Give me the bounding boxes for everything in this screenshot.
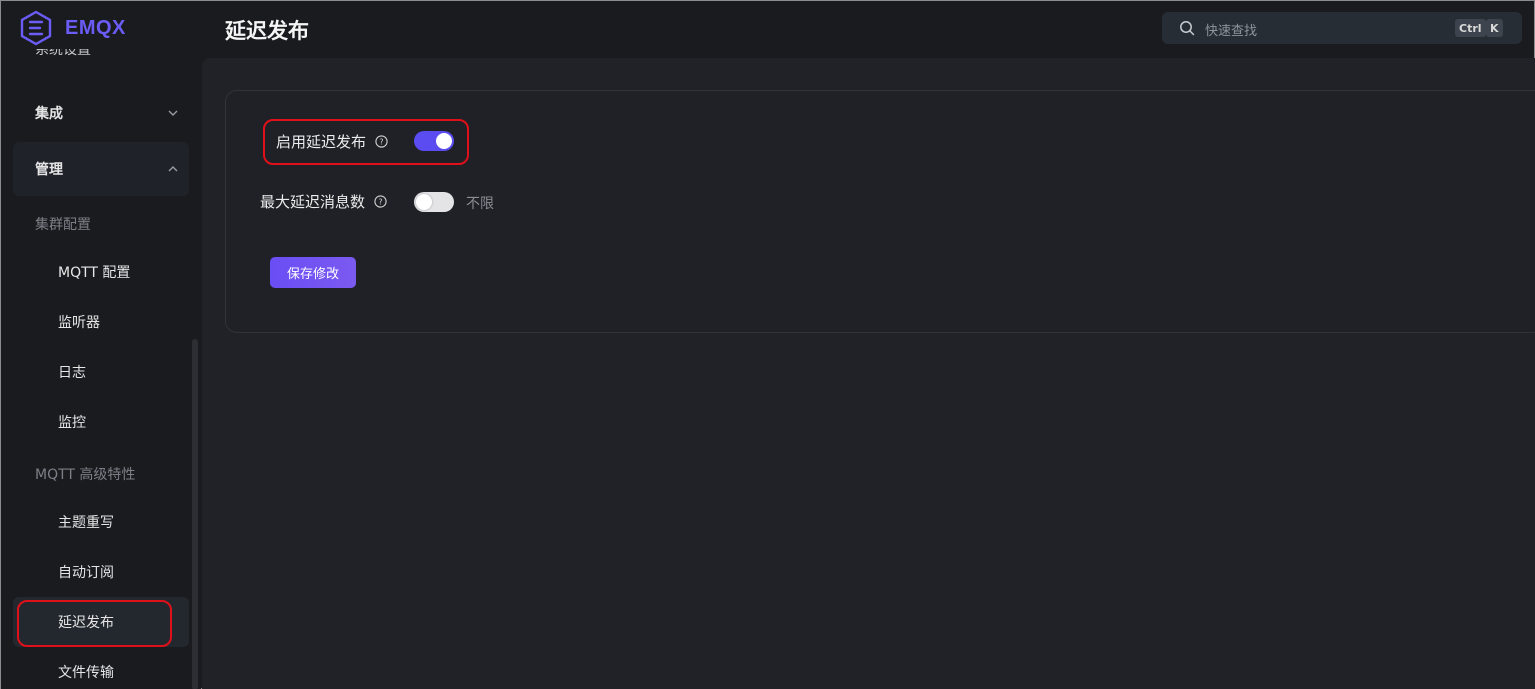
sidebar-group-label: 管理 <box>35 162 63 178</box>
help-icon[interactable]: ? <box>375 135 388 148</box>
search-placeholder: 快速查找 <box>1205 24 1258 39</box>
help-icon[interactable]: ? <box>374 195 387 208</box>
max-delayed-messages-value: 不限 <box>466 196 494 212</box>
search-icon <box>1180 21 1195 36</box>
svg-text:?: ? <box>378 197 382 206</box>
enable-delayed-publish-toggle[interactable] <box>414 131 454 151</box>
sidebar-item-mqtt-config[interactable]: MQTT 配置 <box>13 247 189 297</box>
sidebar-group-label: 集成 <box>35 106 63 122</box>
shortcut-key-k: K <box>1486 19 1503 37</box>
sidebar-section-mqtt-advanced: MQTT 高级特性 <box>35 467 136 483</box>
toggle-knob <box>436 133 452 149</box>
chevron-down-icon <box>168 110 178 116</box>
svg-text:?: ? <box>379 137 383 146</box>
chevron-up-icon <box>168 166 178 172</box>
sidebar-item-logs[interactable]: 日志 <box>13 347 189 397</box>
sidebar: EMQX 系统设置 集成 管理 集群配置 MQTT 配置 监听器 日志 监控 M… <box>1 1 201 689</box>
max-delayed-messages-label: 最大延迟消息数 ? <box>260 191 387 212</box>
sidebar-item-listeners[interactable]: 监听器 <box>13 297 189 347</box>
sidebar-group-integration[interactable]: 集成 <box>13 86 189 140</box>
sidebar-group-management[interactable]: 管理 <box>13 142 189 196</box>
sidebar-scrollbar[interactable] <box>192 339 198 689</box>
max-delayed-messages-toggle[interactable] <box>414 192 454 212</box>
app-logo[interactable]: EMQX <box>19 9 126 47</box>
app-name: EMQX <box>65 16 126 39</box>
sidebar-item-delayed-publish[interactable]: 延迟发布 <box>13 597 189 647</box>
save-button[interactable]: 保存修改 <box>270 257 356 288</box>
sidebar-item-partial[interactable]: 系统设置 <box>35 49 95 63</box>
emqx-logo-icon <box>20 10 52 46</box>
sidebar-item-topic-rewrite[interactable]: 主题重写 <box>13 497 189 547</box>
shortcut-key-ctrl: Ctrl <box>1455 19 1486 37</box>
enable-delayed-publish-label: 启用延迟发布 ? <box>276 131 388 152</box>
sidebar-item-file-transfer[interactable]: 文件传输 <box>13 647 189 689</box>
page-title: 延迟发布 <box>225 19 309 43</box>
sidebar-item-monitoring[interactable]: 监控 <box>13 397 189 447</box>
sidebar-item-auto-subscribe[interactable]: 自动订阅 <box>13 547 189 597</box>
search-box[interactable]: 快速查找 Ctrl K <box>1162 12 1522 44</box>
toggle-knob <box>416 194 432 210</box>
sidebar-section-cluster: 集群配置 <box>35 217 91 233</box>
